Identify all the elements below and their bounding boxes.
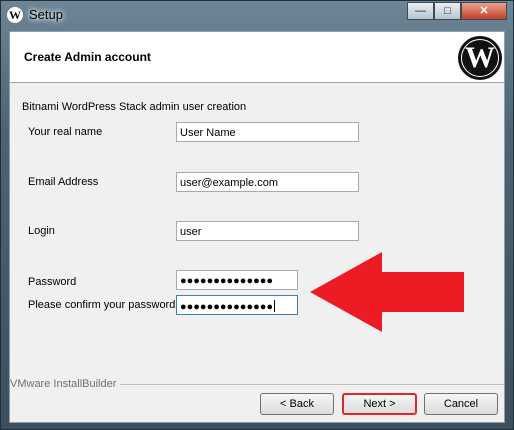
back-button[interactable]: < Back xyxy=(260,393,334,415)
page-title: Create Admin account xyxy=(24,50,151,64)
minimize-button[interactable]: — xyxy=(407,2,434,20)
wordpress-logo: W xyxy=(458,36,502,80)
email-input[interactable]: user@example.com xyxy=(176,172,359,192)
confirm-password-value: ●●●●●●●●●●●●●● xyxy=(180,301,274,313)
footer-brand: VMware InstallBuilder xyxy=(10,378,121,390)
cancel-button[interactable]: Cancel xyxy=(424,393,498,415)
login-label: Login xyxy=(28,225,55,237)
confirm-password-label: Please confirm your password xyxy=(28,299,176,311)
password-label: Password xyxy=(28,276,77,288)
form-subtitle: Bitnami WordPress Stack admin user creat… xyxy=(22,101,247,113)
text-caret xyxy=(274,300,276,312)
title-bar[interactable]: W Setup — □ ✕ xyxy=(1,1,513,31)
email-label: Email Address xyxy=(28,176,99,188)
next-button[interactable]: Next > xyxy=(342,393,417,415)
setup-window: W Setup — □ ✕ Create Admin account W Bit… xyxy=(0,0,514,430)
arrow-shape xyxy=(310,252,464,332)
window-title: Setup xyxy=(29,7,63,22)
red-arrow-left-icon xyxy=(310,252,464,332)
real-name-label: Your real name xyxy=(28,126,103,138)
confirm-password-input[interactable]: ●●●●●●●●●●●●●● xyxy=(176,295,298,315)
close-button[interactable]: ✕ xyxy=(461,2,507,20)
wizard-header: Create Admin account W xyxy=(10,32,504,83)
wizard-body: Create Admin account W Bitnami WordPress… xyxy=(9,31,505,423)
real-name-input[interactable]: User Name xyxy=(176,122,359,142)
login-input[interactable]: user xyxy=(176,221,359,241)
wordpress-icon: W xyxy=(7,7,23,23)
password-input[interactable]: ●●●●●●●●●●●●●● xyxy=(176,270,298,290)
maximize-button[interactable]: □ xyxy=(434,2,461,20)
caption-buttons: — □ ✕ xyxy=(407,2,507,20)
